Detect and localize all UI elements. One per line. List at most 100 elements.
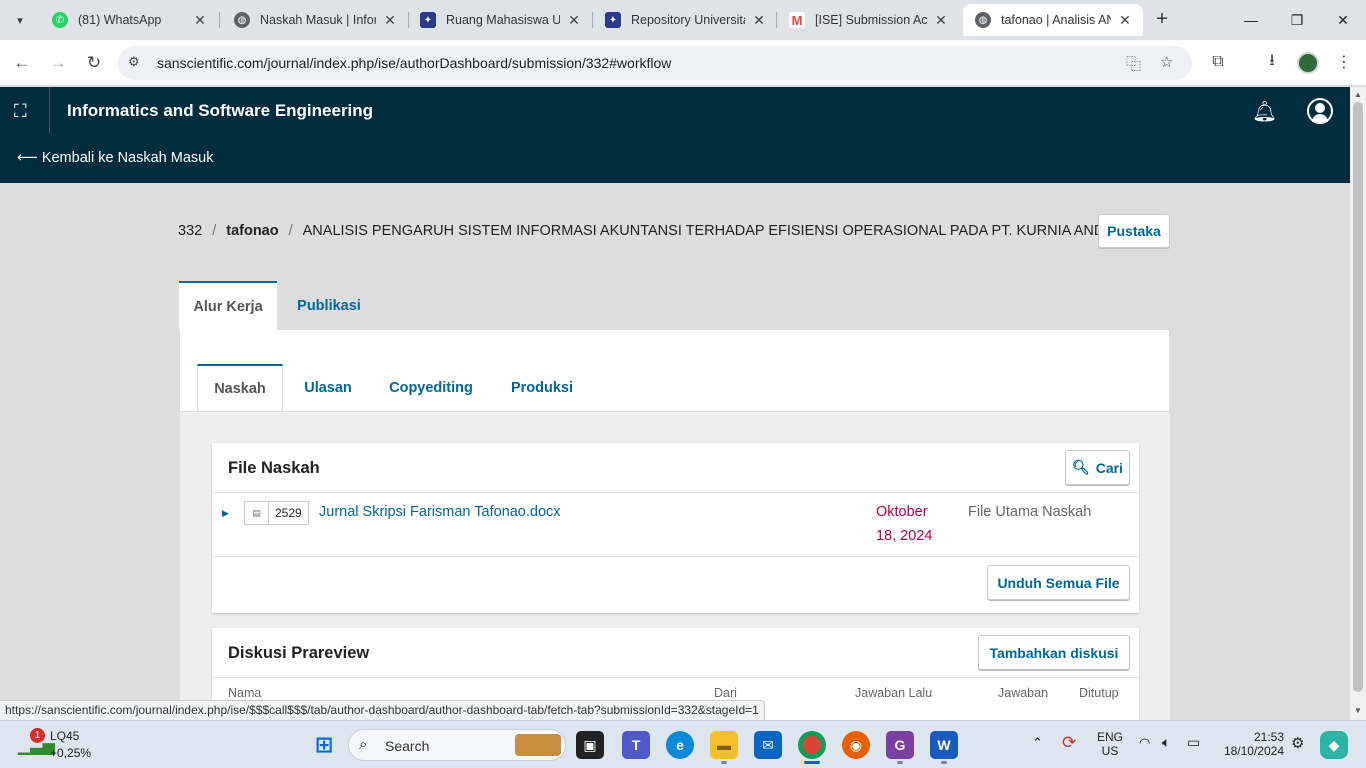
file-date-day-year: 18, 2024 [876,528,933,544]
task-view-icon[interactable]: ▣ [576,731,604,759]
url-text[interactable]: sanscientific.com/journal/index.php/ise/… [157,55,671,71]
scroll-down-icon[interactable]: ▼ [1354,706,1362,715]
address-bar[interactable]: ⚙ sanscientific.com/journal/index.php/is… [118,46,1192,80]
browser-tab-whatsapp[interactable]: ✆ (81) WhatsApp ✕ [40,4,218,36]
add-discussion-button[interactable]: Tambahkan diskusi [978,635,1130,670]
tab-divider [219,12,220,28]
close-window-button[interactable]: ✕ [1320,0,1366,40]
scroll-thumb[interactable] [1353,102,1363,692]
tab-title: (81) WhatsApp [78,13,162,27]
browser-tab-active[interactable]: ◍ tafonao | Analisis AN ✕ [963,4,1143,36]
back-to-submissions-link[interactable]: ⟵ Kembali ke Naskah Masuk [17,150,213,166]
taskbar-search[interactable]: ⌕ Search [348,729,566,761]
browser-tab-ruang-mahasiswa[interactable]: ✦ Ruang Mahasiswa Un ✕ [408,4,592,36]
search-icon: ⌕ [359,736,368,753]
notification-center-icon[interactable]: ⚙ [1291,734,1304,752]
bookmark-star-icon[interactable]: ☆ [1160,53,1173,71]
browser-toolbar: ← → ↻ ⚙ sanscientific.com/journal/index.… [0,40,1366,86]
tab-copyediting[interactable]: Copyediting [376,364,486,412]
download-all-files-button[interactable]: Unduh Semua File [987,565,1130,600]
reload-icon[interactable]: ↻ [80,49,108,77]
back-arrow-icon[interactable]: ← [8,49,36,77]
browser-tab-naskah-masuk[interactable]: ◍ Naskah Masuk | Infor ✕ [222,4,408,36]
close-tab-icon[interactable]: ✕ [933,12,949,29]
journal-header: ⛶ Informatics and Software Engineering 🔔… [0,87,1350,183]
minimize-button[interactable]: — [1228,0,1274,40]
file-date: Oktober 18, 2024 [876,500,946,548]
document-icon: ▤ [245,502,269,524]
close-tab-icon[interactable]: ✕ [382,12,398,29]
word-icon[interactable]: W [930,731,958,759]
windows-start-icon[interactable]: ⊞ [310,731,338,759]
mail-icon[interactable]: ✉ [754,731,782,759]
divider [212,677,1139,678]
copilot-icon[interactable]: ◆ [1320,731,1348,759]
chrome-icon[interactable] [798,731,826,759]
tab-submission[interactable]: Naskah [197,364,283,412]
search-files-button[interactable]: 🔍︎ Cari [1065,450,1130,485]
running-indicator [721,761,727,764]
firefox-icon[interactable]: ◉ [842,731,870,759]
tab-production[interactable]: Produksi [496,364,588,412]
expand-row-icon[interactable]: ▶ [222,508,229,519]
browser-tab-repository[interactable]: ✦ Repository Universita ✕ [593,4,777,36]
submission-breadcrumb: 332/tafonao / ANALISIS PENGARUH SISTEM INF… [178,223,1132,239]
translate-icon[interactable]: ⿻ [1126,53,1141,74]
close-tab-icon[interactable]: ✕ [751,12,767,29]
volume-icon[interactable]: 🔈︎ [1162,734,1170,751]
running-indicator [941,761,947,764]
tab-search-chevron-icon[interactable]: ▾ [6,6,34,34]
wifi-icon[interactable]: ◠ [1139,735,1150,751]
close-tab-icon[interactable]: ✕ [1117,12,1133,29]
pdf-app-icon[interactable]: G [886,731,914,759]
active-app-indicator [804,761,820,764]
edge-icon[interactable]: e [666,731,694,759]
tab-workflow[interactable]: Alur Kerja [179,281,277,331]
page-scrollbar[interactable]: ▲ ▼ [1350,87,1366,720]
profile-avatar[interactable] [1297,52,1319,74]
stock-name: LQ45 [50,729,80,743]
site-info-icon[interactable]: ⚙ [128,54,140,70]
sync-icon[interactable]: ⟳ [1062,733,1076,753]
file-name-link[interactable]: Jurnal Skripsi Farisman Tafonao.docx [319,504,561,520]
battery-icon[interactable]: ▭ [1187,734,1200,751]
tab-title: [ISE] Submission Ack [815,13,927,27]
globe-icon: ◍ [234,12,250,28]
discussions-card-title: Diskusi Prareview [228,644,370,662]
tab-review[interactable]: Ulasan [290,364,366,412]
tab-title: Repository Universita [631,13,745,27]
forward-arrow-icon[interactable]: → [44,49,72,77]
scroll-up-icon[interactable]: ▲ [1354,90,1362,99]
close-tab-icon[interactable]: ✕ [192,12,208,29]
restore-button[interactable]: ❐ [1274,0,1320,40]
library-button[interactable]: Pustaka [1098,214,1170,248]
more-menu-icon[interactable]: ⋮ [1332,50,1356,74]
university-logo-icon: ✦ [605,12,621,28]
sitemap-icon[interactable]: ⛶ [14,101,27,122]
language-code: ENG [1096,730,1123,744]
clock[interactable]: 21:53 18/10/2024 [1214,730,1284,758]
download-icon[interactable]: ⭳ [1260,50,1284,74]
file-id: 2529 [275,506,302,520]
new-tab-button[interactable]: + [1150,8,1174,32]
files-card-title: File Naskah [228,459,320,477]
col-header-closed: Ditutup [1079,686,1119,700]
show-hidden-icons-icon[interactable]: ⌃ [1032,735,1043,751]
extensions-icon[interactable]: ⧉ [1206,50,1230,74]
user-profile-icon[interactable] [1307,98,1333,124]
journal-title[interactable]: Informatics and Software Engineering [67,101,373,121]
globe-icon: ◍ [975,12,991,28]
browser-tab-gmail[interactable]: M [ISE] Submission Ack ✕ [777,4,959,36]
col-header-from: Dari [714,686,737,700]
col-header-name: Nama [228,686,262,700]
tab-publication[interactable]: Publikasi [277,281,381,331]
teams-icon[interactable]: T [622,731,650,759]
link-status-bar: https://sanscientific.com/journal/index.… [0,700,765,720]
university-logo-icon: ✦ [420,12,436,28]
file-explorer-icon[interactable]: ▬ [710,731,738,759]
language-indicator[interactable]: ENG US [1094,730,1126,758]
notification-bell-icon[interactable]: 🔔︎ [1252,99,1277,124]
submission-title: ANALISIS PENGARUH SISTEM INFORMASI AKUNT… [302,223,1132,239]
tab-title: Naskah Masuk | Infor [260,13,376,27]
close-tab-icon[interactable]: ✕ [566,12,582,29]
